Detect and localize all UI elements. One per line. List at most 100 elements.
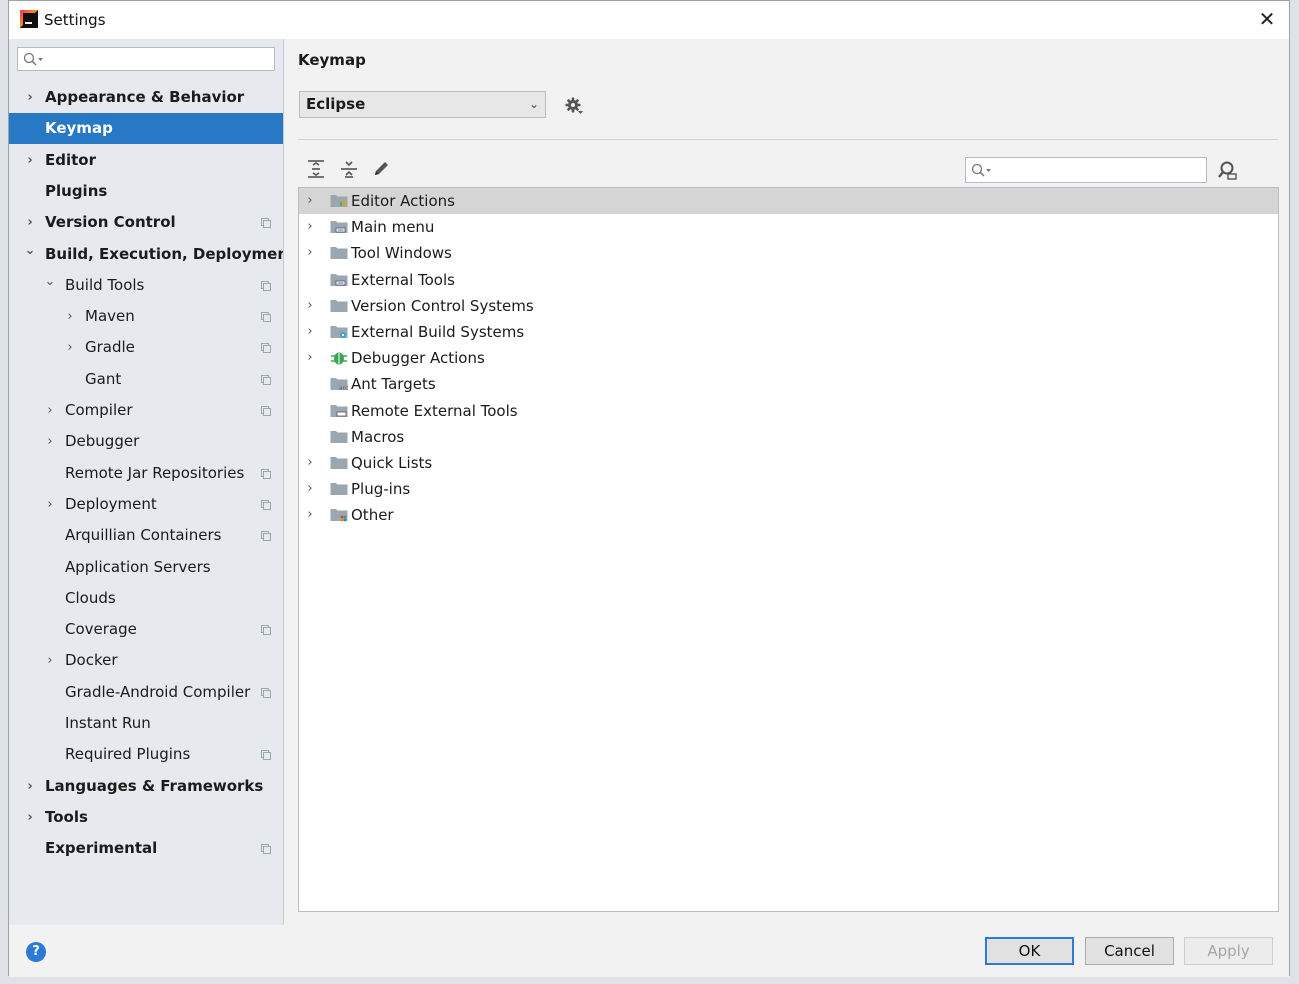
sidebar-item[interactable]: Application Servers: [9, 552, 283, 583]
keymap-action-tree[interactable]: › Editor Actions › Main menu › Tool Windows Ex…: [298, 187, 1279, 912]
chevron-down-icon[interactable]: ⌄: [43, 266, 57, 297]
action-group-row[interactable]: Remote External Tools: [299, 398, 1278, 424]
sidebar-item[interactable]: Gant: [9, 364, 283, 395]
collapse-all-icon[interactable]: [339, 159, 359, 179]
sidebar-item[interactable]: › Version Control: [9, 207, 283, 238]
action-group-row[interactable]: › Other: [299, 502, 1278, 528]
chevron-right-icon[interactable]: ›: [303, 345, 317, 371]
close-button[interactable]: ✕: [1255, 7, 1279, 31]
sidebar-item[interactable]: › Docker: [9, 645, 283, 676]
sidebar-item[interactable]: Instant Run: [9, 708, 283, 739]
action-group-row[interactable]: › Tool Windows: [299, 240, 1278, 266]
apply-button[interactable]: Apply: [1184, 937, 1273, 965]
chevron-right-icon[interactable]: ›: [303, 319, 317, 345]
search-icon: [971, 163, 991, 177]
sidebar-item-label: Gradle-Android Compiler: [65, 682, 251, 701]
action-group-label: Tool Windows: [351, 244, 452, 263]
sidebar-item[interactable]: › Editor: [9, 145, 283, 176]
sidebar-item-label: Version Control: [45, 213, 176, 232]
action-group-row[interactable]: › Version Control Systems: [299, 293, 1278, 319]
sidebar-item[interactable]: › Deployment: [9, 489, 283, 520]
project-level-icon: [261, 531, 271, 542]
find-by-shortcut-icon[interactable]: [1216, 160, 1238, 182]
folder-icon: [330, 273, 348, 286]
chevron-down-icon[interactable]: ⌄: [23, 235, 37, 266]
sidebar-item[interactable]: Keymap: [9, 113, 283, 145]
sidebar-item[interactable]: › Compiler: [9, 395, 283, 426]
keymap-scheme-value: Eclipse: [306, 95, 366, 113]
action-group-label: Plug-ins: [351, 480, 411, 499]
action-group-row[interactable]: ant Ant Targets: [299, 371, 1278, 397]
chevron-right-icon[interactable]: ›: [303, 450, 317, 476]
expand-all-icon[interactable]: [306, 159, 326, 179]
chevron-right-icon[interactable]: ›: [43, 395, 57, 426]
folder-icon: [330, 247, 348, 260]
sidebar-item-label: Experimental: [45, 839, 158, 858]
chevron-right-icon[interactable]: ›: [23, 771, 37, 802]
project-level-icon: [261, 468, 271, 479]
chevron-right-icon[interactable]: ›: [63, 301, 77, 332]
chevron-right-icon[interactable]: ›: [303, 240, 317, 266]
sidebar-item[interactable]: › Gradle: [9, 332, 283, 363]
chevron-right-icon[interactable]: ›: [43, 645, 57, 676]
sidebar-item[interactable]: › Debugger: [9, 426, 283, 457]
chevron-right-icon[interactable]: ›: [63, 332, 77, 363]
sidebar-item[interactable]: Gradle-Android Compiler: [9, 677, 283, 708]
action-group-label: Other: [351, 506, 394, 525]
help-icon[interactable]: ?: [26, 942, 46, 962]
chevron-right-icon[interactable]: ›: [23, 802, 37, 833]
sidebar-item[interactable]: Arquillian Containers: [9, 520, 283, 551]
action-group-label: Remote External Tools: [351, 401, 518, 420]
chevron-right-icon[interactable]: ›: [23, 145, 37, 176]
action-group-row[interactable]: › Plug-ins: [299, 476, 1278, 502]
action-group-row[interactable]: › External Build Systems: [299, 319, 1278, 345]
sidebar-item[interactable]: Required Plugins: [9, 739, 283, 770]
chevron-right-icon[interactable]: ›: [303, 502, 317, 528]
project-level-icon: [261, 625, 271, 636]
action-group-row[interactable]: › Main menu: [299, 214, 1278, 240]
chevron-right-icon[interactable]: ›: [43, 426, 57, 457]
action-group-row[interactable]: › Editor Actions: [299, 188, 1278, 214]
edit-icon[interactable]: [371, 159, 391, 179]
sidebar-item[interactable]: Plugins: [9, 176, 283, 207]
chevron-right-icon[interactable]: ›: [303, 214, 317, 240]
bug-icon: [331, 352, 347, 365]
chevron-right-icon[interactable]: ›: [23, 82, 37, 113]
folder-icon: [330, 326, 348, 338]
sidebar-item[interactable]: › Tools: [9, 802, 283, 833]
gear-icon[interactable]: [564, 96, 584, 116]
settings-sidebar: › Appearance & Behavior Keymap › Editor Plugi…: [9, 39, 295, 925]
settings-dialog: Settings ✕ › Appearance & Behavior Keymap ›…: [8, 0, 1290, 977]
action-group-row[interactable]: External Tools: [299, 267, 1278, 293]
cancel-button[interactable]: Cancel: [1085, 937, 1174, 965]
separator: [298, 139, 1278, 140]
chevron-right-icon[interactable]: ›: [303, 476, 317, 502]
sidebar-item-label: Arquillian Containers: [65, 526, 222, 545]
action-group-row[interactable]: › Debugger Actions: [299, 345, 1278, 371]
sidebar-item[interactable]: ⌄ Build Tools: [9, 270, 283, 301]
sidebar-item[interactable]: Coverage: [9, 614, 283, 645]
folder-icon: [330, 509, 348, 522]
folder-icon: [330, 457, 348, 469]
folder-icon: [330, 299, 348, 312]
action-group-label: Macros: [351, 427, 405, 446]
sidebar-item[interactable]: › Maven: [9, 301, 283, 332]
ok-button[interactable]: OK: [985, 937, 1074, 965]
action-group-row[interactable]: Macros: [299, 424, 1278, 450]
sidebar-item[interactable]: › Languages & Frameworks: [9, 771, 283, 802]
action-group-row[interactable]: › Quick Lists: [299, 450, 1278, 476]
keymap-scheme-select[interactable]: Eclipse ⌄: [299, 91, 546, 118]
svg-text:ant: ant: [339, 385, 348, 391]
project-level-icon: [261, 312, 271, 323]
settings-search-input[interactable]: [17, 47, 275, 71]
dialog-button-bar: ? OK Cancel Apply: [9, 925, 1289, 977]
sidebar-item[interactable]: Clouds: [9, 583, 283, 614]
chevron-right-icon[interactable]: ›: [43, 489, 57, 520]
chevron-right-icon[interactable]: ›: [303, 188, 317, 214]
keymap-search-input[interactable]: [965, 157, 1207, 183]
sidebar-item[interactable]: Remote Jar Repositories: [9, 458, 283, 489]
sidebar-item-label: Editor: [45, 150, 96, 169]
chevron-right-icon[interactable]: ›: [303, 293, 317, 319]
sidebar-item[interactable]: Experimental: [9, 833, 283, 864]
sidebar-item[interactable]: › Appearance & Behavior: [9, 82, 283, 113]
